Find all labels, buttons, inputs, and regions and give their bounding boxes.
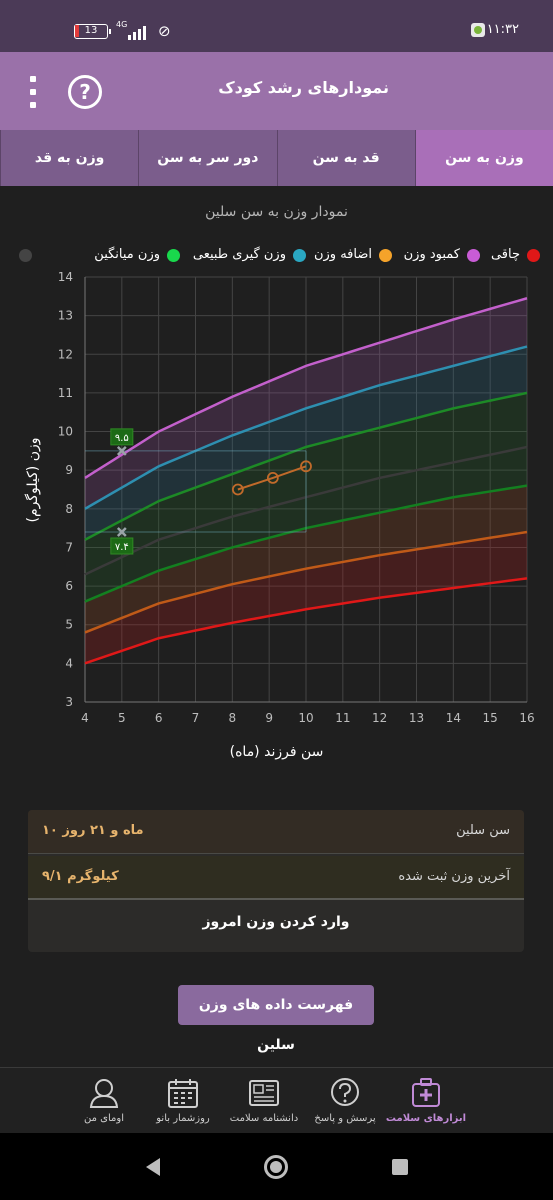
nav-health-tools[interactable]: ابزارهای سلامت	[380, 1072, 472, 1134]
overflow-menu-icon[interactable]	[26, 74, 40, 110]
age-row: سن سلین ۱۰ ماه و ۲۱ روز	[28, 810, 524, 854]
x-tick-label: 7	[192, 711, 200, 725]
nav-qa[interactable]: پرسش و پاسخ	[299, 1072, 391, 1134]
marker-label: ۹.۵	[115, 433, 129, 444]
newspaper-icon	[249, 1080, 279, 1106]
home-icon[interactable]	[264, 1155, 288, 1179]
help-icon[interactable]: ?	[68, 75, 102, 109]
y-tick-label: 11	[58, 386, 73, 400]
age-label: سن سلین	[456, 823, 510, 838]
question-bubble-icon	[331, 1078, 359, 1106]
y-axis-label: وزن (کیلوگرم)	[25, 437, 41, 523]
legend-label: کمبود وزن	[403, 247, 460, 262]
x-tick-label: 15	[483, 711, 498, 725]
weight-data-list-button[interactable]: فهرست داده های وزن سلین	[178, 985, 374, 1053]
x-tick-label: 12	[372, 711, 387, 725]
legend-dot	[167, 249, 180, 262]
last-weight-value: ۹/۱ کیلوگرم	[42, 869, 119, 884]
legend-dot	[293, 249, 306, 262]
legend-dot	[19, 249, 32, 262]
signal-icon	[128, 26, 152, 40]
calendar-icon	[168, 1079, 198, 1108]
y-tick-label: 14	[58, 270, 73, 284]
x-tick-label: 14	[446, 711, 461, 725]
x-tick-label: 9	[265, 711, 273, 725]
app-notification-icon	[471, 23, 485, 37]
battery-icon: 13	[74, 24, 111, 39]
nav-health-encyclopedia[interactable]: دانشنامه سلامت	[218, 1072, 310, 1134]
y-tick-label: 7	[65, 540, 73, 554]
bottom-navigation: ابزارهای سلامت پرسش و پاسخ دانشنامه سلام…	[0, 1067, 553, 1133]
legend-dot	[527, 249, 540, 262]
legend-label: وزن گیری طبیعی	[192, 247, 286, 262]
y-tick-label: 8	[65, 502, 73, 516]
legend-dot	[379, 249, 392, 262]
x-tick-label: 11	[335, 711, 350, 725]
tab-weight-for-age[interactable]: وزن به سن	[414, 130, 553, 186]
last-weight-label: آخرین وزن ثبت شده	[398, 869, 510, 884]
x-tick-label: 8	[229, 711, 237, 725]
network-type: 4G	[116, 20, 128, 29]
nav-label: پرسش و پاسخ	[314, 1113, 376, 1124]
nav-label: ابزارهای سلامت	[385, 1113, 467, 1124]
tab-weight-for-height[interactable]: وزن به قد	[0, 130, 138, 186]
nav-my-profile[interactable]: اومای من	[58, 1072, 150, 1134]
battery-level: 13	[84, 25, 98, 36]
y-tick-label: 10	[58, 425, 73, 439]
app-header: ? نمودارهای رشد کودک	[0, 52, 553, 130]
y-tick-label: 12	[58, 347, 73, 361]
legend-label: چاقی	[490, 247, 520, 262]
back-icon[interactable]	[146, 1158, 160, 1176]
x-tick-label: 6	[155, 711, 163, 725]
profile-icon	[89, 1079, 119, 1108]
nav-lady-calendar[interactable]: روزشمار بانو	[137, 1072, 229, 1134]
x-axis-label: سن فرزند (ماه)	[229, 744, 324, 760]
mute-icon: ⊘	[158, 22, 171, 40]
chart-title: نمودار وزن به سن سلین	[205, 204, 348, 220]
nav-label: اومای من	[84, 1113, 124, 1124]
legend-dot	[467, 249, 480, 262]
last-weight-row: آخرین وزن ثبت شده ۹/۱ کیلوگرم	[28, 856, 524, 900]
x-tick-label: 4	[81, 711, 89, 725]
weight-for-age-chart[interactable]: ۹.۵۷.۴ 4 5 6 7 8 9 10 11 12 13 14 15 163456789101112…	[0, 265, 553, 735]
age-value: ۱۰ ماه و ۲۱ روز	[42, 823, 144, 838]
y-tick-label: 6	[65, 579, 73, 593]
clock: ۱۱:۳۲	[486, 22, 519, 37]
nav-label: دانشنامه سلامت	[229, 1113, 299, 1124]
x-tick-label: 16	[519, 711, 534, 725]
nav-label: روزشمار بانو	[156, 1113, 210, 1124]
legend-label: اضافه وزن	[313, 247, 372, 262]
recent-apps-icon[interactable]	[392, 1159, 408, 1175]
weight-info-card: سن سلین ۱۰ ماه و ۲۱ روز آخرین وزن ثبت شد…	[28, 810, 524, 952]
health-kit-icon	[412, 1078, 440, 1107]
enter-today-weight-button[interactable]: وارد کردن وزن امروز	[28, 914, 524, 930]
page-title: نمودارهای رشد کودک	[218, 78, 389, 97]
x-tick-label: 5	[118, 711, 126, 725]
legend-label: وزن میانگین	[94, 247, 160, 262]
y-tick-label: 3	[65, 695, 73, 709]
y-tick-label: 13	[58, 309, 73, 323]
status-bar: 13 4G ⊘ ۱۱:۳۲	[0, 0, 553, 52]
x-tick-label: 10	[298, 711, 313, 725]
chart-tabs: وزن به سن قد به سن دور سر به سن وزن به ق…	[0, 130, 553, 186]
y-tick-label: 9	[65, 463, 73, 477]
y-tick-label: 5	[65, 618, 73, 632]
marker-label: ۷.۴	[115, 542, 129, 553]
tab-head-circumference-for-age[interactable]: دور سر به سن	[138, 130, 276, 186]
y-tick-label: 4	[65, 656, 73, 670]
x-tick-label: 13	[409, 711, 424, 725]
system-navigation-bar	[0, 1133, 553, 1200]
tab-height-for-age[interactable]: قد به سن	[276, 130, 415, 186]
